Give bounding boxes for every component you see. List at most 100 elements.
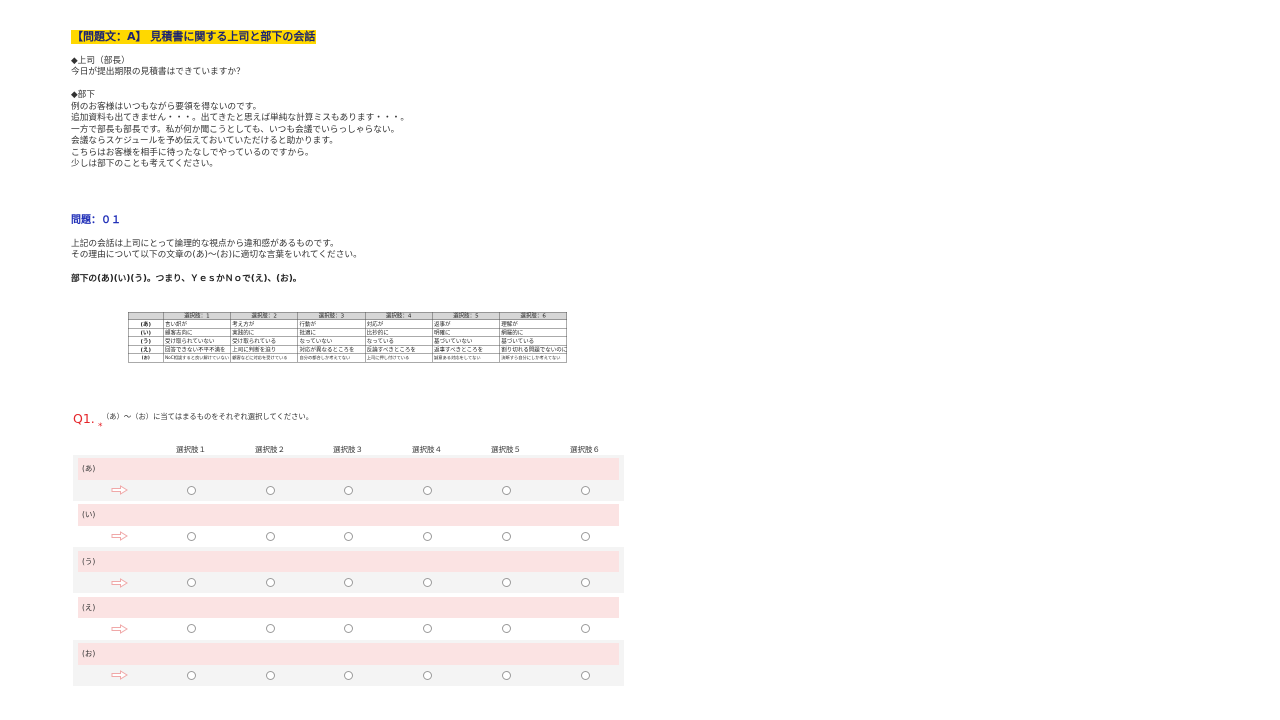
- arrow-right-icon: [111, 577, 128, 588]
- row-label: (あ): [82, 464, 96, 473]
- column-header: 選択肢５: [491, 445, 521, 454]
- column-header: 選択肢１: [176, 445, 206, 454]
- options-header-row: 選択肢：1 選択肢：2 選択肢：3 選択肢：4 選択肢：5 選択肢：6: [128, 312, 567, 320]
- choice-radio-a-4[interactable]: [422, 485, 432, 495]
- choice-radio-a-1[interactable]: [186, 485, 196, 495]
- subordinate-heading: ◆部下: [71, 90, 96, 100]
- option-cell: 言い訳が: [163, 319, 231, 329]
- option-cell: 返事が: [432, 319, 500, 329]
- problem-text: 上記の会話は上司にとって論理的な視点から違和感があるものです。 その理由について…: [71, 239, 362, 262]
- choice-radio-i-1[interactable]: [186, 531, 196, 541]
- boss-heading: ◆上司（部長）: [71, 55, 130, 66]
- row-label-bar: (い): [78, 504, 619, 526]
- column-header: 選択肢４: [412, 445, 442, 454]
- choice-radio-u-5[interactable]: [501, 578, 511, 588]
- row-label-bar: (あ): [78, 458, 619, 480]
- option-cell: 上司に押し付けている: [364, 353, 433, 363]
- problem-line: その理由について以下の文章の(あ)〜(お)に適切な言葉をいれてください。: [71, 250, 362, 260]
- choice-matrix: 選択肢１ 選択肢２ 選択肢３ 選択肢４ 選択肢５ 選択肢６ (あ) (い) (う…: [73, 444, 624, 686]
- matrix-row-u: (う): [73, 547, 624, 594]
- choice-radio-i-6[interactable]: [580, 531, 590, 541]
- choice-radio-a-3[interactable]: [343, 485, 353, 495]
- column-header: 選択肢３: [333, 445, 363, 454]
- choice-radio-o-6[interactable]: [580, 670, 590, 680]
- problem-heading: 問題：０１: [71, 215, 121, 226]
- options-row: (う) 受け取られていない 受け取られている なっていない なっている 基づいて…: [128, 336, 567, 346]
- subordinate-line: 少しは部下のことも考えてください。: [71, 159, 218, 169]
- option-cell: なっている: [364, 336, 433, 346]
- subordinate-line: 例のお客様はいつもながら要領を得ないのです。: [71, 101, 262, 112]
- option-header: 選択肢：1: [163, 312, 231, 320]
- choice-radio-o-5[interactable]: [501, 670, 511, 680]
- problem-line: 上記の会話は上司にとって論理的な視点から違和感があるものです。: [71, 238, 339, 249]
- choice-radio-e-1[interactable]: [186, 624, 196, 634]
- option-cell: 基づいていない: [432, 336, 500, 346]
- option-cell: 理解が: [499, 319, 567, 329]
- page-title: 【問題文：A】 見積書に関する上司と部下の会話: [71, 30, 317, 44]
- options-table: 選択肢：1 選択肢：2 選択肢：3 選択肢：4 選択肢：5 選択肢：6 (あ) …: [128, 312, 567, 363]
- option-cell: 対応が異なるところを: [297, 345, 366, 354]
- conversation: ◆上司（部長） 今日が提出期限の見積書はできていますか？ ◆部下 例のお客様はい…: [71, 56, 409, 171]
- subordinate-line: 一方で部長も部長です。私が何か聞こうとしても、いつも会議でいらっしゃらない。: [71, 124, 400, 135]
- options-row: (あ) 言い訳が 考え方が 行動が 対応が 返事が 理解が: [128, 319, 567, 329]
- option-cell: 基づいている: [499, 336, 567, 346]
- options-row: (え) 回答できない不平不満を 上司に判断を迫り 対応が異なるところを 反論すべ…: [128, 345, 567, 354]
- arrow-right-icon: [111, 623, 128, 634]
- row-label: (え): [82, 602, 96, 612]
- option-row-label: (う): [128, 336, 164, 346]
- option-header: 選択肢：5: [432, 312, 500, 320]
- choice-radio-i-4[interactable]: [422, 531, 432, 541]
- option-cell: 受け取られている: [230, 336, 298, 346]
- option-cell: NoC相談すると良い解けていない: [163, 353, 231, 363]
- column-header: 選択肢２: [255, 445, 285, 454]
- choice-radio-u-1[interactable]: [186, 578, 196, 588]
- choice-radio-u-3[interactable]: [343, 578, 353, 588]
- choice-radio-i-5[interactable]: [501, 531, 511, 541]
- subordinate-line: 会議ならスケジュールを予め伝えておいていただけると助かります。: [71, 136, 338, 146]
- matrix-row-o: (お): [73, 639, 624, 686]
- choice-radio-i-2[interactable]: [265, 531, 275, 541]
- choice-radio-e-5[interactable]: [501, 624, 511, 634]
- option-cell: 批適に: [297, 328, 366, 337]
- table-corner: [128, 312, 164, 320]
- row-label-bar: (お): [78, 643, 619, 665]
- option-cell: 反論すべきところを: [364, 345, 433, 354]
- question-text: （あ）〜（お）に当てはまるものをそれぞれ選択してください。: [102, 412, 314, 421]
- subordinate-line: こちらはお客様を相手に待ったなしでやっているのですから。: [71, 147, 314, 158]
- arrow-right-icon: [111, 670, 128, 681]
- choice-radio-u-4[interactable]: [422, 578, 432, 588]
- option-cell: 返事すべきところを: [432, 345, 500, 354]
- option-cell: 網羅的に: [499, 328, 567, 337]
- option-cell: 実践的に: [230, 328, 298, 337]
- choice-radio-i-3[interactable]: [343, 531, 353, 541]
- option-header: 選択肢：3: [297, 312, 366, 320]
- row-label-bar: (う): [78, 550, 619, 573]
- choice-radio-a-6[interactable]: [580, 485, 590, 495]
- choice-radio-o-2[interactable]: [265, 670, 275, 680]
- option-cell: 自分の都合しか考えてない: [297, 353, 366, 363]
- question-number: Q1.: [73, 410, 95, 426]
- choice-radio-o-3[interactable]: [343, 670, 353, 680]
- option-cell: 回答できない不平不満を: [163, 345, 231, 354]
- choice-radio-e-6[interactable]: [580, 624, 590, 634]
- choice-radio-e-4[interactable]: [422, 624, 432, 634]
- choice-radio-a-5[interactable]: [501, 485, 511, 495]
- matrix-row-e: (え): [73, 593, 624, 639]
- option-row-label: (い): [128, 328, 164, 337]
- row-label: (お): [82, 649, 96, 659]
- choice-radio-e-3[interactable]: [343, 624, 353, 634]
- option-cell: 行動が: [297, 319, 366, 329]
- choice-radio-u-2[interactable]: [265, 578, 275, 588]
- option-cell: 決断すら自分にしか考えてない: [499, 353, 567, 363]
- required-asterisk: *: [98, 422, 103, 432]
- choice-radio-e-2[interactable]: [265, 624, 275, 634]
- options-row: (お) NoC相談すると良い解けていない 顧客などに対応を受けている 自分の都合…: [128, 353, 567, 363]
- option-cell: 顧客志向に: [163, 328, 231, 337]
- choice-radio-o-4[interactable]: [422, 670, 432, 680]
- choice-radio-u-6[interactable]: [580, 578, 590, 588]
- option-cell: 割り切れる問題でないのに: [499, 345, 567, 354]
- option-cell: 受け取られていない: [163, 336, 231, 346]
- choice-radio-o-1[interactable]: [186, 670, 196, 680]
- matrix-row-a: (あ): [73, 454, 624, 501]
- choice-radio-a-2[interactable]: [265, 485, 275, 495]
